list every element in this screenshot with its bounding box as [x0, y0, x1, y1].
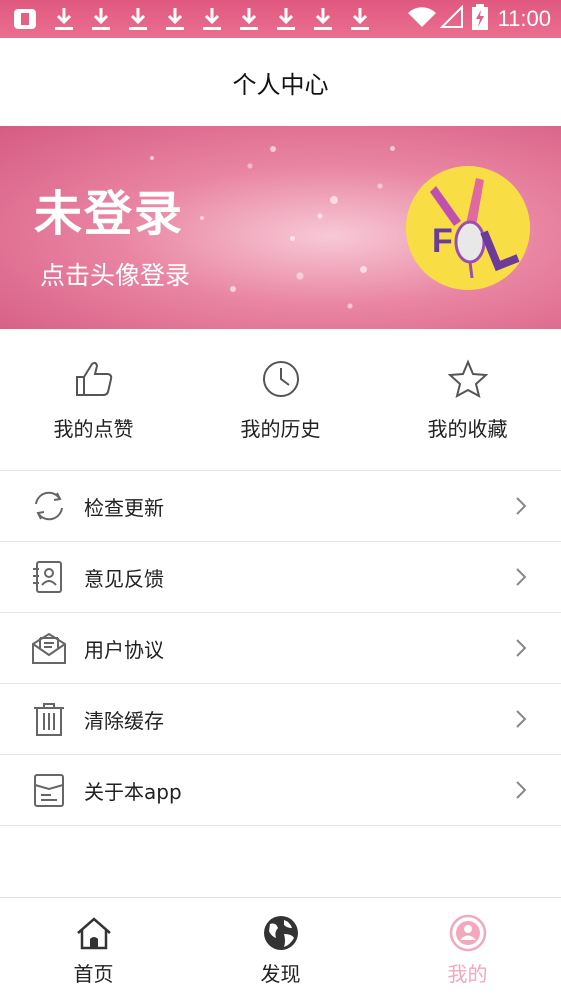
my-favorites-button[interactable]: 我的收藏: [374, 329, 561, 470]
tab-label: 首页: [73, 962, 114, 986]
chevron-right-icon: [516, 781, 527, 799]
menu-item-label: 用户协议: [84, 637, 164, 662]
menu-item-check-update[interactable]: 检查更新: [0, 471, 561, 542]
clock-icon: [261, 359, 301, 399]
download-icon: [276, 6, 296, 32]
download-icon: [313, 6, 333, 32]
menu-item-label: 关于本app: [84, 779, 182, 804]
login-banner: 未登录 点击头像登录 F: [0, 126, 561, 329]
refresh-icon: [31, 488, 67, 524]
download-icon: [128, 6, 148, 32]
envelope-icon: [31, 630, 67, 666]
chevron-right-icon: [516, 710, 527, 728]
star-icon: [447, 359, 488, 399]
download-icon: [202, 6, 222, 32]
download-icon: [350, 6, 370, 32]
avatar[interactable]: F: [406, 166, 530, 290]
tab-home[interactable]: 首页: [0, 898, 187, 1000]
download-icon: [91, 6, 111, 32]
tab-discover[interactable]: 发现: [187, 898, 374, 1000]
status-bar: 11:00: [0, 0, 561, 38]
page-title: 个人中心: [232, 70, 329, 99]
avatar-logo-icon: F: [406, 166, 530, 290]
chevron-right-icon: [516, 639, 527, 657]
page-header: 个人中心: [0, 38, 561, 126]
login-status-title: 未登录: [34, 186, 185, 242]
globe-icon: [262, 914, 300, 952]
settings-menu: 检查更新 意见反馈 用户协议 清除缓存 关于本app: [0, 471, 561, 826]
menu-item-about[interactable]: 关于本app: [0, 755, 561, 826]
menu-item-label: 清除缓存: [84, 708, 164, 733]
quick-actions: 我的点赞 我的历史 我的收藏: [0, 329, 561, 470]
thumbs-up-icon: [74, 359, 114, 399]
tab-label: 我的: [447, 962, 488, 986]
home-icon: [74, 914, 114, 952]
download-icon: [239, 6, 259, 32]
feedback-icon: [31, 559, 67, 595]
chevron-right-icon: [516, 568, 527, 586]
wifi-icon: [406, 5, 438, 33]
menu-item-label: 意见反馈: [84, 566, 164, 591]
trash-icon: [31, 701, 67, 737]
chevron-right-icon: [516, 497, 527, 515]
tab-label: 发现: [260, 962, 301, 986]
notification-icon: [14, 9, 36, 29]
download-icon: [54, 6, 74, 32]
login-hint: 点击头像登录: [40, 261, 191, 290]
menu-item-label: 检查更新: [84, 495, 164, 520]
user-icon: [449, 914, 487, 952]
menu-item-user-agreement[interactable]: 用户协议: [0, 613, 561, 684]
bottom-nav: 首页 发现 我的: [0, 897, 561, 1000]
my-favorites-label: 我的收藏: [427, 417, 508, 441]
svg-text:F: F: [432, 222, 453, 260]
menu-item-clear-cache[interactable]: 清除缓存: [0, 684, 561, 755]
menu-item-feedback[interactable]: 意见反馈: [0, 542, 561, 613]
my-history-button[interactable]: 我的历史: [187, 329, 374, 470]
status-time: 11:00: [497, 6, 551, 31]
tab-mine[interactable]: 我的: [374, 898, 561, 1000]
signal-icon: [439, 4, 464, 33]
my-likes-label: 我的点赞: [53, 417, 134, 441]
download-icon: [165, 6, 185, 32]
document-icon: [31, 772, 67, 808]
battery-icon: [471, 4, 488, 34]
my-likes-button[interactable]: 我的点赞: [0, 329, 187, 470]
my-history-label: 我的历史: [240, 417, 321, 441]
